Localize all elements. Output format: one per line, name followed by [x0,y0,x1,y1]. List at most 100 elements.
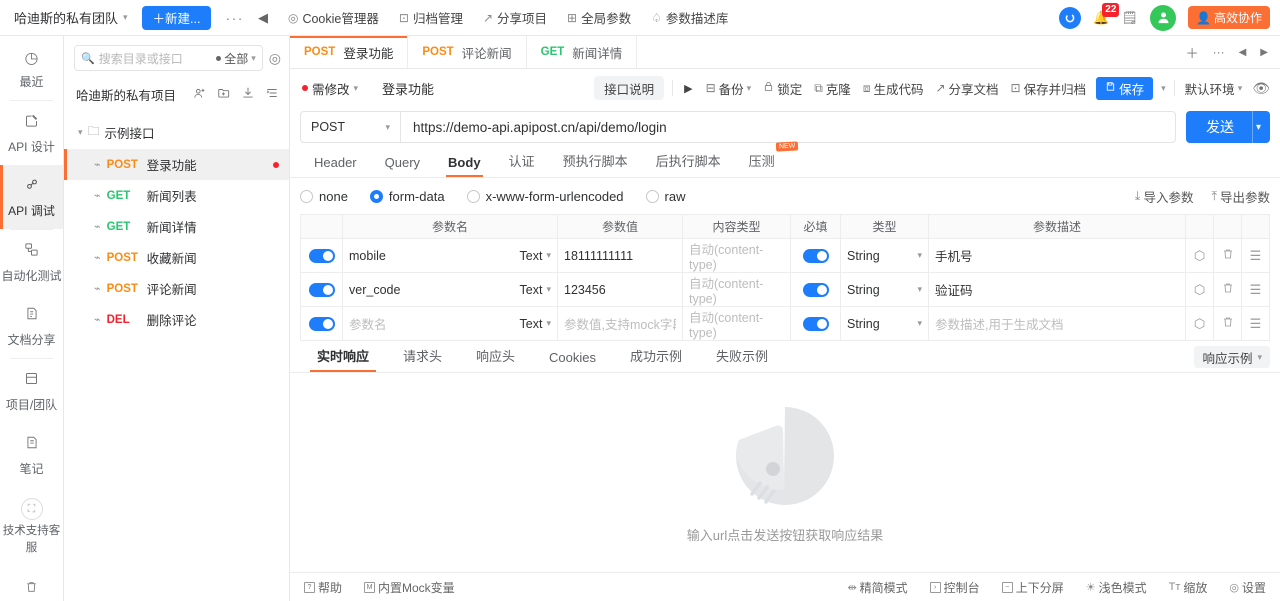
menu-item-global-params[interactable]: ⊞ 全局参数 [567,8,631,27]
api-name-input[interactable] [374,75,587,101]
save-options-chevron-icon[interactable]: ▾ [1161,83,1166,94]
response-example-selector[interactable]: 响应示例 ▾ [1194,346,1270,368]
send-options-chevron-icon[interactable]: ▾ [1251,111,1270,143]
row-mock-button[interactable]: ⬡ [1185,238,1214,273]
tab-news-detail[interactable]: GET 新闻详情 [527,36,638,68]
tab-query[interactable]: Query [371,155,434,177]
settings-button[interactable]: ◎ 设置 [1229,579,1266,596]
collapse-icon[interactable] [265,86,279,103]
tab-comment-news[interactable]: POST 评论新闻 [408,36,527,68]
sidebar-item-recycle-bin[interactable]: 回收站 [0,567,63,601]
import-icon[interactable] [241,86,255,103]
sidebar-item-recent[interactable]: ◷ 最近 [0,36,63,100]
add-member-icon[interactable] [193,86,207,103]
row-required-toggle[interactable] [790,272,841,307]
param-kind-selector[interactable]: Text ▾ [520,317,551,331]
back-arrow-icon[interactable]: ◀ [258,10,268,26]
console-button[interactable]: › 控制台 [929,579,980,596]
row-content-type-cell[interactable]: 自动(content-type) [682,272,791,307]
body-type-raw[interactable]: raw [645,189,686,204]
help-button[interactable]: ? 帮助 [304,579,342,596]
row-param-value-cell[interactable]: 18111111111 [557,238,683,273]
tree-folder-example[interactable]: ▾ 🗀 示例接口 [64,116,289,149]
notifications-button[interactable]: 🔔 22 [1093,2,1120,26]
tab-pre-script[interactable]: 预执行脚本 [549,151,642,177]
body-type-none[interactable]: none [300,189,348,204]
compact-mode-button[interactable]: ⇹ 精简模式 [847,579,907,596]
sidebar-item-automation-test[interactable]: 自动化测试 [0,230,63,294]
menu-item-cookie-manager[interactable]: ◎ Cookie管理器 [288,8,379,27]
collab-button[interactable]: 👤 高效协作 [1188,6,1270,29]
generate-code-button[interactable]: ⧈ 生成代码 [861,79,926,98]
backup-button[interactable]: ⊟ 备份 ▾ [704,79,754,98]
more-menu-icon[interactable]: ··· [225,10,244,26]
save-button[interactable]: 保存 [1096,76,1154,100]
row-param-value-cell[interactable]: 123456 [557,272,683,307]
row-drag-handle[interactable]: ☰ [1241,238,1270,273]
lock-button[interactable]: 锁定 [761,79,804,98]
url-input[interactable] [401,119,1175,135]
menu-item-archive[interactable]: ⊡ 归档管理 [399,8,463,27]
team-switcher[interactable]: 哈迪斯的私有团队 ▾ [14,8,128,27]
tab-next-icon[interactable]: ▶ [1260,47,1268,58]
row-delete-button[interactable] [1213,238,1242,273]
row-drag-handle[interactable]: ☰ [1241,272,1270,307]
export-params-button[interactable]: ⤒ 导出参数 [1211,187,1270,206]
sidebar-item-support[interactable]: ⛶ 技术支持客服 [0,487,63,567]
import-params-button[interactable]: ⤓ 导入参数 [1135,187,1194,206]
row-param-name-cell[interactable]: mobile Text ▾ [342,238,558,273]
row-type-cell[interactable]: String ▾ [840,238,929,273]
eye-icon[interactable]: 👁 [1252,80,1270,97]
search-scope-selector[interactable]: 全部 ▾ [216,50,256,67]
tab-post-script[interactable]: 后执行脚本 [642,151,735,177]
row-required-toggle[interactable] [790,238,841,273]
sidebar-item-notes[interactable]: 笔记 [0,423,63,487]
row-enabled-toggle[interactable] [300,306,343,341]
row-delete-button[interactable] [1213,272,1242,307]
light-mode-button[interactable]: ☀ 浅色模式 [1086,579,1147,596]
tree-api-comment-news[interactable]: ⌁ POST 评论新闻 [64,273,289,304]
avatar[interactable] [1150,4,1177,31]
send-button[interactable]: 发送 ▾ [1185,111,1270,143]
tree-api-delete-comment[interactable]: ⌁ DEL 删除评论 [64,304,289,335]
zoom-button[interactable]: Tт 缩放 [1169,579,1208,596]
tab-stress-test[interactable]: 压测 NEW [735,141,799,177]
sidebar-item-api-debug[interactable]: API 调试 [0,165,63,229]
new-folder-icon[interactable] [217,86,231,103]
row-description-cell[interactable]: 验证码 [928,272,1186,307]
menu-item-param-library[interactable]: ♤ 参数描述库 [651,8,728,27]
row-required-toggle[interactable] [790,306,841,341]
chevron-down-icon[interactable]: ▾ [78,127,83,138]
tab-body[interactable]: Body [434,155,495,177]
environment-selector[interactable]: 默认环境 ▾ [1183,79,1245,98]
body-type-urlencoded[interactable]: x-www-form-urlencoded [466,189,624,204]
row-content-type-cell[interactable]: 自动(content-type) [682,238,791,273]
search-input[interactable]: 🔍 搜索目录或接口 全部 ▾ [74,45,263,71]
row-description-cell[interactable]: 参数描述,用于生成文档 [928,306,1186,341]
row-content-type-cell[interactable]: 自动(content-type) [682,306,791,341]
tab-header[interactable]: Header [300,155,371,177]
row-mock-button[interactable]: ⬡ [1185,306,1214,341]
param-kind-selector[interactable]: Text ▾ [520,249,551,263]
row-type-cell[interactable]: String ▾ [840,272,929,307]
row-param-name-cell[interactable]: ver_code Text ▾ [342,272,558,307]
tree-api-news-list[interactable]: ⌁ GET 新闻列表 [64,180,289,211]
tree-api-news-detail[interactable]: ⌁ GET 新闻详情 [64,211,289,242]
note-icon[interactable]: 🗒 [1122,10,1139,26]
tab-request-headers[interactable]: 请求头 [386,346,459,372]
tree-api-login[interactable]: ⌁ POST 登录功能 [64,149,289,180]
sidebar-item-project-team[interactable]: 项目/团队 [0,359,63,423]
tab-response-headers[interactable]: 响应头 [459,346,532,372]
sidebar-item-doc-share[interactable]: 文档分享 [0,294,63,358]
run-icon[interactable]: ▶ [681,82,695,95]
row-description-cell[interactable]: 手机号 [928,238,1186,273]
save-and-archive-button[interactable]: ⊡ 保存并归档 [1009,79,1089,98]
body-type-form-data[interactable]: form-data [369,189,445,204]
new-button[interactable]: ＋新建... [141,5,212,30]
row-type-cell[interactable]: String ▾ [840,306,929,341]
row-enabled-toggle[interactable] [300,238,343,273]
tab-login[interactable]: POST 登录功能 [290,36,409,68]
row-drag-handle[interactable]: ☰ [1241,306,1270,341]
tab-failure-example[interactable]: 失败示例 [699,346,785,372]
tab-more-icon[interactable]: ··· [1213,45,1225,59]
